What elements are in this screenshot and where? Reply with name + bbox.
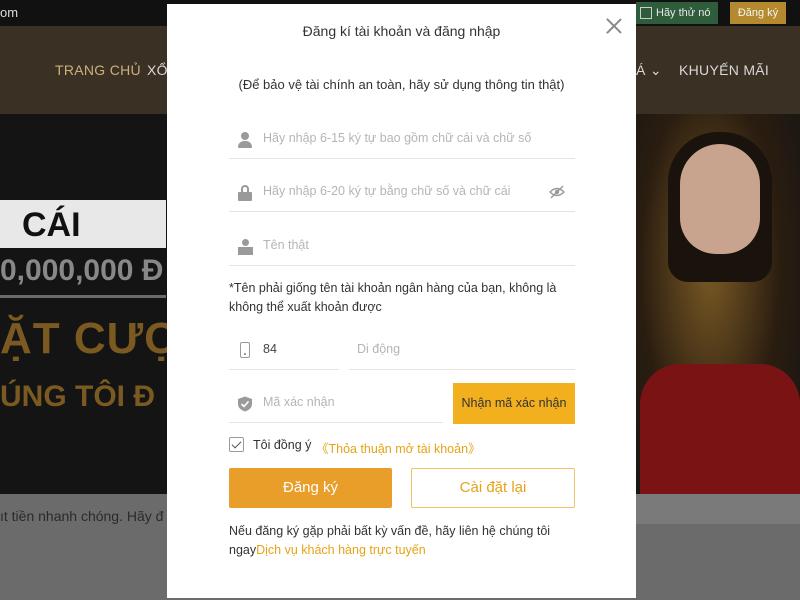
agreement-row: Tôi đồng ý 《Thỏa thuận mở tài khoản》 <box>229 436 575 456</box>
phone-placeholder: Di động <box>357 342 401 356</box>
bottom-text: ıt tiền nhanh chóng. Hãy đ <box>0 508 164 524</box>
register-modal: Đăng kí tài khoản và đăng nhập (Để bảo v… <box>167 4 636 598</box>
nav-home[interactable]: TRANG CHỦ <box>55 62 141 78</box>
hero-amount: 0,000,000 Đ <box>0 254 164 287</box>
bottom-right-block <box>636 494 800 524</box>
gift-icon <box>640 7 652 19</box>
verification-code-field[interactable]: Mã xác nhận <box>229 383 443 423</box>
nav-partial[interactable]: Á ⌄ <box>636 62 662 79</box>
country-code-value: 84 <box>263 342 277 356</box>
customer-service-link[interactable]: Dịch vụ khách hàng trực tuyến <box>256 543 426 557</box>
help-text: Nếu đăng ký gặp phải bất kỳ vấn đề, hãy … <box>229 522 575 560</box>
hero-model-face <box>680 144 760 254</box>
password-field[interactable]: Hãy nhập 6-20 ký tự bằng chữ số và chữ c… <box>229 172 575 212</box>
nav-lottery[interactable]: XỔ <box>147 62 168 78</box>
lock-icon <box>237 185 253 201</box>
top-left-text: om <box>0 5 19 20</box>
eye-hidden-icon[interactable] <box>549 185 565 199</box>
id-card-icon <box>237 239 253 255</box>
code-placeholder: Mã xác nhận <box>263 395 335 409</box>
chevron-down-icon: ⌄ <box>649 62 662 78</box>
agreement-link[interactable]: 《Thỏa thuận mở tài khoản》 <box>316 438 481 457</box>
register-button[interactable]: Đăng ký <box>229 468 392 508</box>
hero-us-text: ÚNG TÔI Đ <box>0 380 155 413</box>
phone-icon <box>240 342 250 358</box>
hero-cai-text: CÁI <box>22 206 81 244</box>
realname-note: *Tên phải giống tên tài khoản ngân hàng … <box>229 281 557 314</box>
realname-field[interactable]: Tên thật <box>229 226 575 266</box>
username-field[interactable]: Hãy nhập 6-15 ký tự bao gồm chữ cái và c… <box>229 119 575 159</box>
try-it-label: Hãy thử nó <box>656 7 711 19</box>
try-it-button[interactable]: Hãy thử nó <box>636 2 718 24</box>
hero-model-dress <box>640 364 800 494</box>
username-placeholder: Hãy nhập 6-15 ký tự bao gồm chữ cái và c… <box>263 131 532 145</box>
nav-promotions[interactable]: KHUYẾN MÃI <box>679 62 769 78</box>
shield-check-icon <box>237 396 253 412</box>
close-icon[interactable] <box>602 14 626 38</box>
modal-subtitle: (Để bảo vệ tài chính an toàn, hãy sử dụn… <box>238 77 565 92</box>
top-register-button[interactable]: Đăng ký <box>730 2 786 24</box>
country-code-field[interactable]: 84 <box>229 330 339 370</box>
get-code-button[interactable]: Nhận mã xác nhận <box>453 383 575 424</box>
password-placeholder: Hãy nhập 6-20 ký tự bằng chữ số và chữ c… <box>263 184 511 198</box>
user-icon <box>237 132 253 148</box>
hero-divider <box>0 295 166 298</box>
agree-checkbox[interactable] <box>229 437 244 452</box>
modal-title: Đăng kí tài khoản và đăng nhập <box>302 23 501 39</box>
phone-input[interactable]: Di động <box>349 330 575 370</box>
reset-button[interactable]: Cài đặt lại <box>411 468 575 508</box>
agree-label: Tôi đồng ý <box>253 438 312 452</box>
realname-placeholder: Tên thật <box>263 238 309 252</box>
nav-partial-label: Á <box>636 62 646 78</box>
